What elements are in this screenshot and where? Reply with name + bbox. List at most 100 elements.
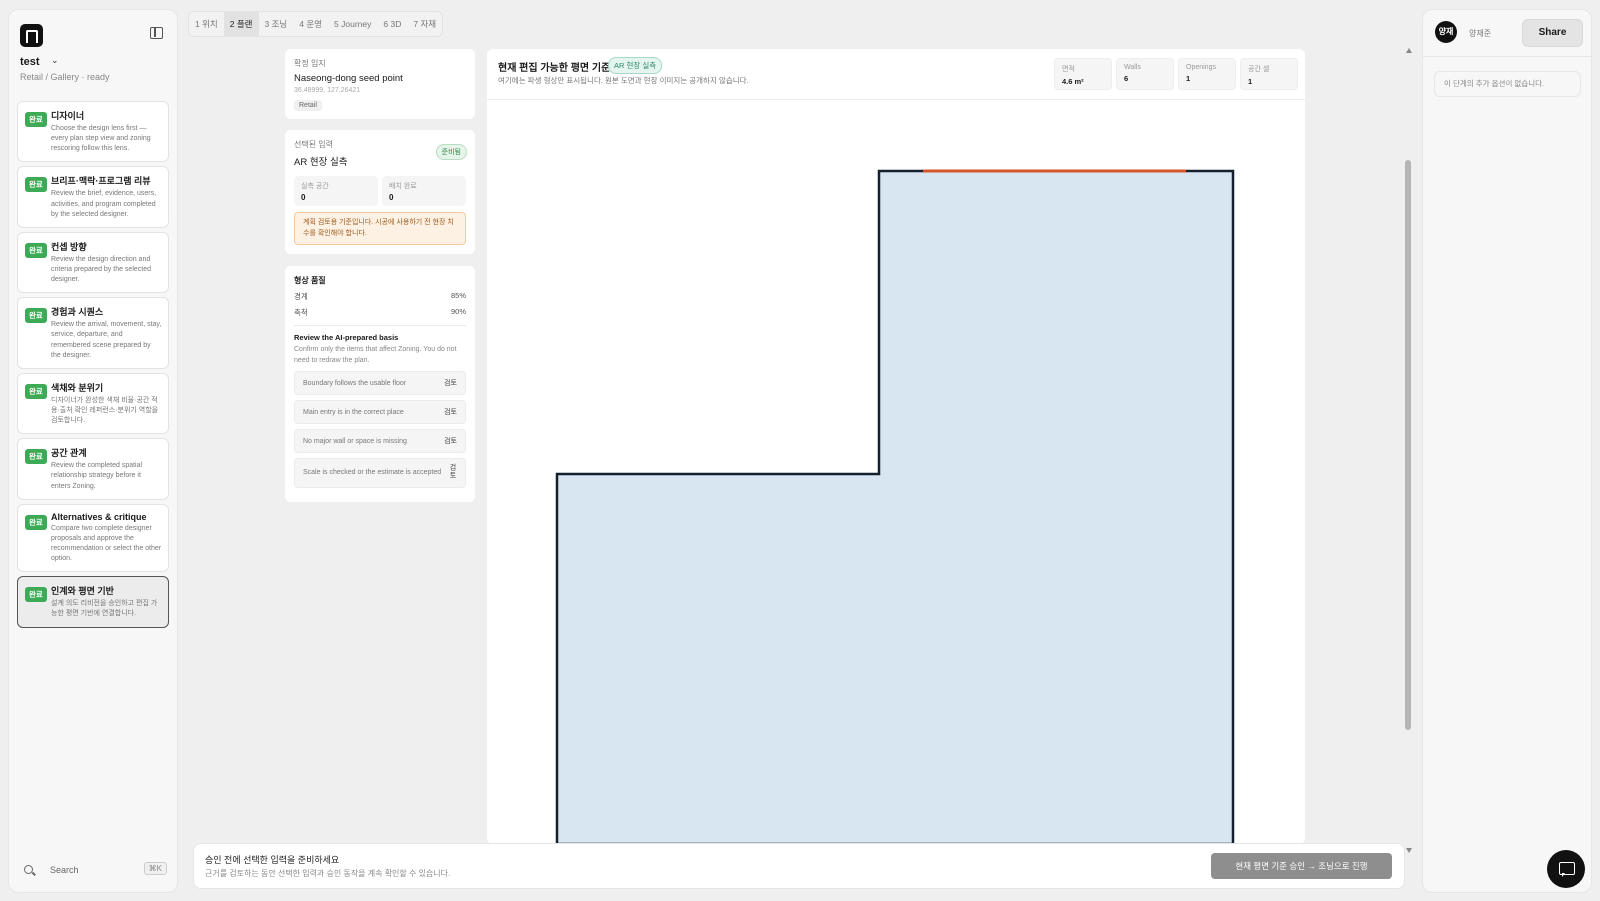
chat-icon[interactable]	[1547, 850, 1585, 888]
stat-value: 0	[389, 193, 394, 202]
step-description: 디자이너가 완성한 색채 비율·공간 적용·출처 확인 레퍼런스·분위기 역할을…	[51, 396, 159, 425]
status-badge: 완료	[25, 449, 47, 465]
status-badge: 완료	[25, 587, 47, 603]
step-title: 공간 관계	[51, 448, 87, 459]
geometry-quality-card: 형상 품질 경계 85% 축척 90% Review the AI-prepar…	[285, 266, 475, 502]
site-type-tag: Retail	[294, 100, 322, 111]
step-title: 색채와 분위기	[51, 382, 104, 393]
check-item-scale: Scale is checked or the estimate is acce…	[294, 458, 466, 488]
step-title: Alternatives & critique	[51, 511, 147, 522]
approval-title: 승인 전에 선택한 입력을 준비하세요	[205, 855, 340, 865]
plan-canvas-panel: 현재 편집 가능한 평면 기준 AR 현장 실측 여기에는 파생 형상만 표시됩…	[487, 49, 1305, 844]
status-badge: 완료	[25, 177, 47, 193]
chevron-down-icon[interactable]: ⌄	[51, 55, 59, 66]
tab-materials[interactable]: 7 자재	[407, 12, 442, 36]
selected-input-card: 선택된 입력 AR 현장 실측 준비됨 실측 공간 0 배치 완료 0 계획 검…	[285, 130, 475, 254]
step-description: Choose the design lens first — every pla…	[51, 125, 151, 153]
warning-notice: 계획 검토용 기준입니다. 시공에 사용하기 전 현장 치수를 확인해야 합니다…	[294, 212, 466, 245]
search-icon	[24, 865, 33, 874]
left-sidebar: test ⌄ Retail / Gallery · ready 완료 디자이너 …	[8, 9, 178, 893]
check-label: No major wall or space is missing	[303, 437, 407, 445]
scroll-down-icon[interactable]	[1406, 848, 1412, 853]
check-item-entry: Main entry is in the correct place 검토	[294, 400, 466, 424]
quality-label: 경계	[294, 292, 308, 301]
tab-3d[interactable]: 6 3D	[377, 12, 407, 36]
sidebar-toggle-icon[interactable]	[150, 27, 163, 39]
share-button[interactable]: Share	[1522, 19, 1583, 47]
review-title: Review the AI-prepared basis	[294, 333, 399, 342]
site-card: 확정 입지 Naseong-dong seed point 36.48999, …	[285, 49, 475, 119]
search-button[interactable]: Search ⌘K	[19, 860, 167, 882]
check-item-walls: No major wall or space is missing 검토	[294, 429, 466, 453]
status-badge: 완료	[25, 383, 47, 399]
tab-label: 자재	[420, 19, 437, 29]
quality-row-scale: 축척 90%	[294, 307, 466, 318]
floor-plan-drawing[interactable]	[487, 49, 1305, 844]
tab-number: 1	[195, 19, 200, 29]
step-title: 경험과 시퀀스	[51, 307, 104, 318]
avatar[interactable]: 양재	[1435, 21, 1457, 43]
approval-subtitle: 근거를 검토하는 동안 선택한 입력과 승인 동작을 계속 확인할 수 있습니다…	[205, 869, 451, 878]
stat-placed: 배치 완료 0	[382, 176, 466, 206]
floor-area[interactable]	[555, 169, 1235, 844]
check-label: Scale is checked or the estimate is acce…	[303, 469, 442, 477]
project-subtitle: Retail / Gallery · ready	[20, 72, 110, 82]
review-button[interactable]: 검토	[449, 465, 457, 482]
tab-journey[interactable]: 5 Journey	[328, 12, 377, 36]
check-label: Boundary follows the usable floor	[303, 379, 407, 387]
review-button[interactable]: 검토	[444, 436, 457, 446]
quality-label: 축척	[294, 308, 308, 317]
tab-label: 운영	[306, 19, 322, 29]
tab-number: 7	[413, 19, 419, 29]
step-description: Review the brief, evidence, users, activ…	[51, 190, 157, 218]
review-description: Confirm only the items that affect Zonin…	[294, 346, 457, 364]
step-item-concept[interactable]: 완료 컨셉 방향 Review the design direction and…	[17, 231, 169, 294]
step-description: Review the completed spatial relationshi…	[51, 462, 143, 490]
tab-operation[interactable]: 4 운영	[293, 12, 328, 36]
step-description: Compare two complete designer proposals …	[51, 524, 162, 563]
approve-plan-button[interactable]: 현재 평면 기준 승인 → 조닝으로 진행	[1211, 853, 1392, 879]
tab-label: 플랜	[236, 19, 253, 29]
review-button[interactable]: 검토	[444, 378, 457, 388]
quality-value: 85%	[450, 291, 466, 300]
site-label: 확정 입지	[294, 59, 326, 68]
scroll-up-icon[interactable]	[1406, 48, 1412, 53]
project-name[interactable]: test	[20, 56, 40, 68]
step-title: 디자이너	[51, 111, 85, 121]
step-item-handoff[interactable]: 완료 인계와 평면 기반 설계 의도 리비전을 승인하고 편집 가능한 평면 기…	[17, 576, 169, 628]
site-name: Naseong-dong seed point	[294, 73, 403, 84]
stage-tabs: 1 위치 2 플랜 3 조닝 4 운영 5 Journey 6 3D 7 자재	[188, 11, 444, 37]
review-button[interactable]: 검토	[444, 407, 457, 417]
status-badge: 준비됨	[435, 144, 467, 160]
step-item-designer[interactable]: 완료 디자이너 Choose the design lens first — e…	[17, 101, 169, 163]
divider	[1423, 56, 1591, 57]
quality-title: 형상 품질	[294, 276, 326, 285]
site-coordinates: 36.48999, 127.26421	[294, 87, 361, 94]
no-options-notice: 이 단계의 추가 옵션이 없습니다.	[1434, 71, 1581, 97]
quality-row-boundary: 경계 85%	[294, 291, 466, 302]
right-panel: 양재 양재준 Share 이 단계의 추가 옵션이 없습니다.	[1422, 9, 1592, 893]
step-item-alternatives[interactable]: 완료 Alternatives & critique Compare two c…	[17, 503, 169, 573]
tab-number: 3	[264, 19, 270, 29]
scrollbar-thumb[interactable]	[1405, 160, 1411, 730]
stat-label: 실측 공간	[301, 183, 329, 190]
step-description: 설계 의도 리비전을 승인하고 편집 가능한 평면 기반에 연결합니다.	[51, 600, 158, 618]
tab-zoning[interactable]: 3 조닝	[259, 12, 294, 36]
step-list: 완료 디자이너 Choose the design lens first — e…	[17, 101, 169, 632]
step-item-color[interactable]: 완료 색채와 분위기 디자이너가 완성한 색채 비율·공간 적용·출처 확인 레…	[17, 372, 169, 435]
user-name: 양재준	[1469, 29, 1492, 38]
tab-number: 2	[229, 19, 235, 29]
search-shortcut: ⌘K	[143, 862, 167, 875]
stat-value: 0	[301, 193, 306, 202]
step-item-experience[interactable]: 완료 경험과 시퀀스 Review the arrival, movement,…	[17, 297, 169, 369]
step-item-spatial[interactable]: 완료 공간 관계 Review the completed spatial re…	[17, 438, 169, 500]
tab-plan[interactable]: 2 플랜	[223, 12, 259, 36]
tab-label: Journey	[341, 19, 372, 29]
app-logo-icon[interactable]	[20, 24, 43, 47]
step-item-brief-review[interactable]: 완료 브리프·맥락·프로그램 리뷰 Review the brief, evid…	[17, 166, 169, 228]
tab-location[interactable]: 1 위치	[189, 12, 224, 36]
step-title: 브리프·맥락·프로그램 리뷰	[51, 176, 151, 187]
status-badge: 완료	[25, 112, 47, 127]
tab-label: 3D	[390, 19, 402, 29]
status-badge: 완료	[25, 242, 47, 258]
